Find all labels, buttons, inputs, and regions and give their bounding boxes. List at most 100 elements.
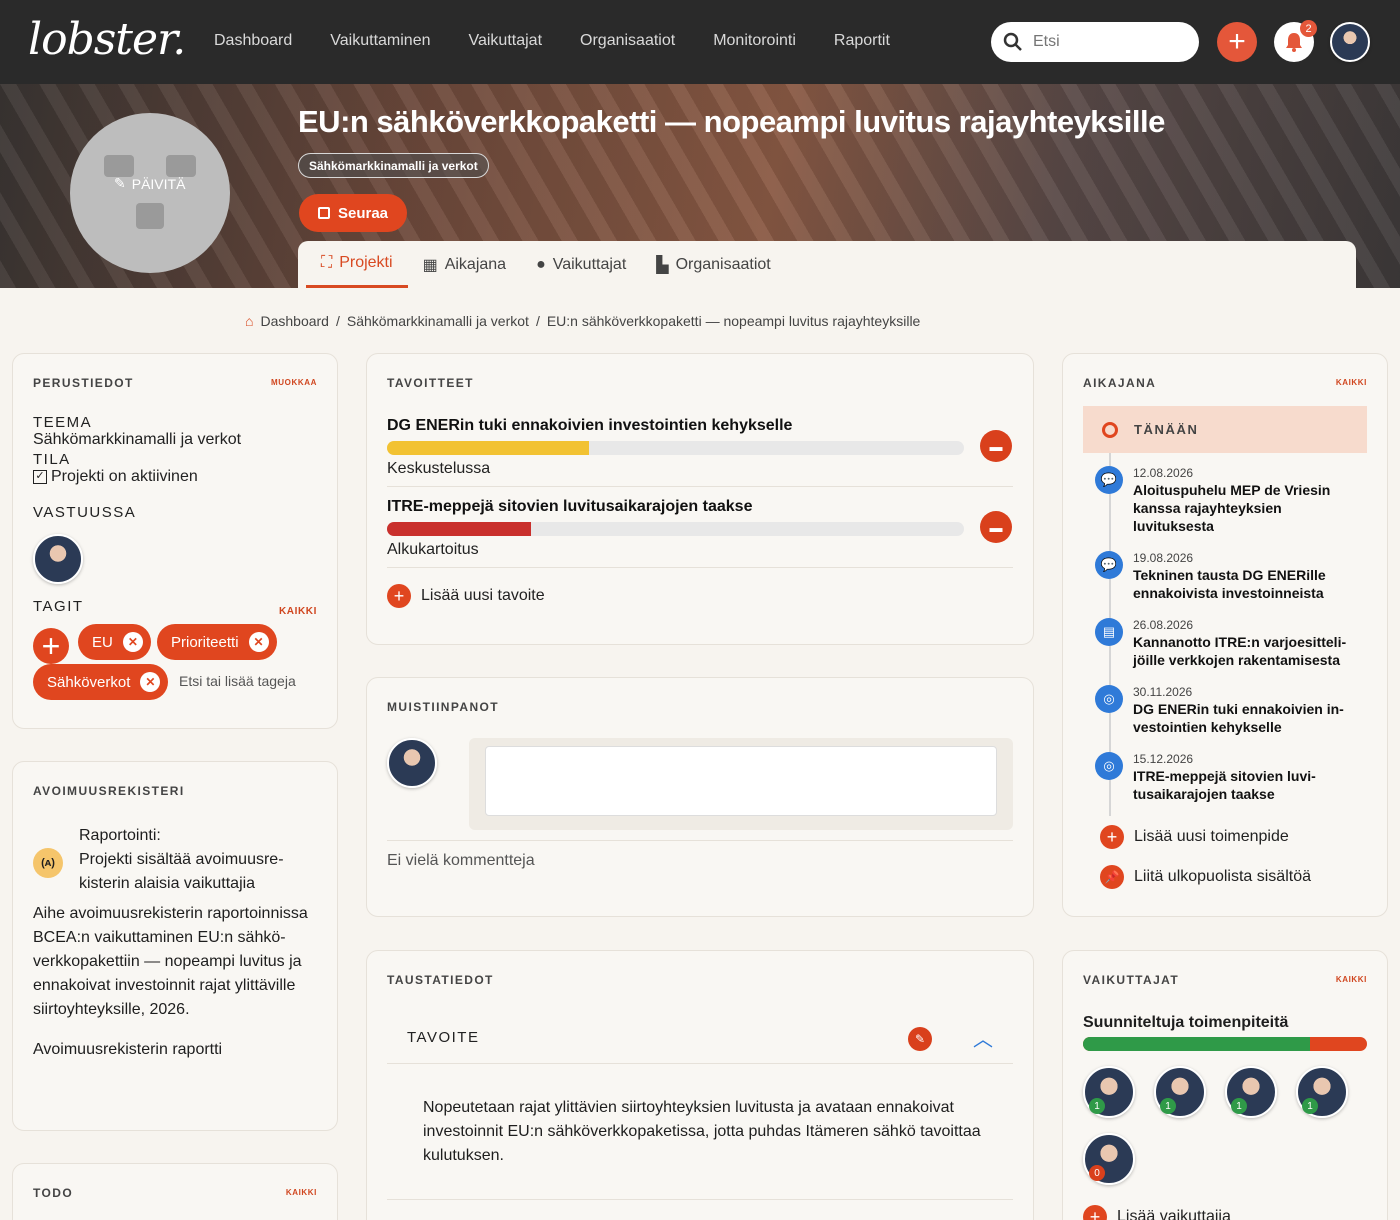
add-action-button[interactable]: + Lisää uusi toimenpide: [1100, 825, 1289, 849]
target-icon: ◎: [1095, 752, 1123, 780]
card-heading: TAUSTATIEDOT: [387, 973, 494, 987]
tags-label: TAGIT: [33, 598, 84, 615]
add-influencer-button[interactable]: + Lisää vaikuttajia: [1083, 1205, 1231, 1220]
influencer-avatar[interactable]: 1: [1296, 1066, 1348, 1118]
ruler-icon[interactable]: ▬: [980, 511, 1012, 543]
tab-projekti[interactable]: ⛶ Projekti: [306, 241, 408, 288]
add-goal-button[interactable]: + Lisää uusi tavoite: [387, 584, 545, 608]
influencer-avatar[interactable]: 0: [1083, 1133, 1135, 1185]
owner-avatar[interactable]: [33, 534, 83, 584]
goal-status: Keskustelussa: [387, 460, 491, 477]
tag-prioriteetti[interactable]: Prioriteetti ✕: [157, 624, 277, 660]
tab-label: Organisaatiot: [675, 255, 771, 273]
pin-icon: 📌: [1100, 865, 1124, 889]
page-title: EU:n sähköverkkopaketti — nopeampi luvit…: [298, 104, 1165, 139]
goal-status: Alkukartoitus: [387, 541, 479, 558]
goal-item[interactable]: DG ENERin tuki ennakoivien investointien…: [387, 417, 1013, 477]
influencer-avatar[interactable]: 1: [1225, 1066, 1277, 1118]
ruler-icon[interactable]: ▬: [980, 430, 1012, 462]
circle-icon: [1102, 422, 1118, 438]
card-heading: AIKAJANA: [1083, 376, 1157, 390]
status-label: TILA: [33, 451, 71, 468]
theme-chip[interactable]: Sähkömarkkinamalli ja verkot: [298, 153, 489, 178]
notifications-button[interactable]: 2: [1274, 20, 1317, 62]
add-influencer-label: Lisää vaikuttajia: [1117, 1208, 1231, 1220]
nav-monitorointi[interactable]: Monitorointi: [713, 32, 796, 50]
register-report-link[interactable]: Avoimuusrekisterin raportti: [33, 1038, 323, 1062]
tag-label: Prioriteetti: [171, 633, 239, 651]
goal-item[interactable]: ITRE-meppejä sitovien luvitusaikarajojen…: [387, 498, 1013, 558]
nav-vaikuttajat[interactable]: Vaikuttajat: [468, 32, 542, 50]
add-goal-label: Lisää uusi tavoite: [421, 587, 545, 604]
timeline-date: 30.11.2026: [1133, 685, 1193, 699]
chat-icon: 💬: [1095, 551, 1123, 579]
goal-progress-bar: [387, 441, 964, 455]
basics-card: PERUSTIEDOT MUOKKAA TEEMA Sähkömarkkinam…: [12, 353, 338, 729]
report-text: Projekti sisältää avoimuusre­kisterin al…: [79, 851, 284, 892]
nav-dashboard[interactable]: Dashboard: [214, 32, 292, 50]
tab-aikajana[interactable]: ▦ Aikajana: [408, 241, 522, 288]
divider: [387, 1199, 1013, 1200]
breadcrumb-theme[interactable]: Sähkömarkkinamalli ja verkot: [347, 313, 529, 329]
pencil-icon: ✎: [114, 175, 126, 191]
close-icon[interactable]: ✕: [140, 672, 161, 692]
card-heading: VAIKUTTAJAT: [1083, 973, 1180, 987]
pencil-icon[interactable]: ✎: [908, 1027, 932, 1051]
tag-input[interactable]: Etsi tai lisää tageja: [179, 673, 296, 689]
influencers-all-link[interactable]: KAIKKI: [1336, 975, 1367, 984]
timeline-title: Aloituspuhelu MEP de Vriesin kanssa raja…: [1133, 482, 1331, 534]
attach-content-button[interactable]: 📌 Liitä ulkopuolista sisältöä: [1100, 865, 1311, 889]
logo[interactable]: lobster.: [28, 14, 186, 65]
top-bar: lobster. Dashboard Vaikuttaminen Vaikutt…: [0, 0, 1400, 84]
nav-organisaatiot[interactable]: Organisaatiot: [580, 32, 675, 50]
checkbox-icon[interactable]: ✓: [33, 470, 47, 484]
search-input[interactable]: [1033, 33, 1173, 51]
plus-icon: +: [387, 584, 411, 608]
document-icon: ▤: [1095, 618, 1123, 646]
add-tag-button[interactable]: +: [33, 628, 69, 664]
project-tabs: ⛶ Projekti ▦ Aikajana ● Vaikuttajat ▙ Organi…: [298, 241, 1356, 288]
tab-organisaatiot[interactable]: ▙ Organisaatiot: [641, 241, 785, 288]
close-icon[interactable]: ✕: [248, 632, 269, 652]
attach-label: Liitä ulkopuolista sisältöä: [1134, 868, 1311, 885]
nav-raportit[interactable]: Raportit: [834, 32, 890, 50]
timeline-title: Kannanotto ITRE:n varjoesitteli­jöille v…: [1133, 634, 1347, 668]
tags-all-link[interactable]: KAIKKI: [279, 606, 317, 617]
user-avatar[interactable]: [1330, 22, 1370, 62]
industry-icon: ▙: [656, 256, 669, 274]
planned-actions-bar: [1083, 1037, 1367, 1051]
note-editor-wrap: [469, 738, 1013, 830]
tab-vaikuttajat[interactable]: ● Vaikuttajat: [521, 241, 641, 288]
tag-sahkoverkot[interactable]: Sähköverkot ✕: [33, 664, 169, 700]
broadcast-icon: (ᴀ): [33, 848, 63, 878]
card-heading: PERUSTIEDOT: [33, 376, 134, 390]
edit-link[interactable]: MUOKKAA: [271, 378, 317, 387]
note-textarea[interactable]: [485, 746, 997, 816]
influencer-avatar[interactable]: 1: [1154, 1066, 1206, 1118]
background-text: Nopeutetaan rajat ylittävien siirtoyhtey…: [423, 1099, 981, 1164]
add-button[interactable]: +: [1217, 22, 1257, 62]
topic-title: Aihe avoimuusrekisterin raportoin­nissa: [33, 905, 308, 922]
search-box[interactable]: [991, 22, 1199, 62]
search-icon: [1003, 32, 1022, 51]
tag-eu[interactable]: EU ✕: [78, 624, 151, 660]
timeline-all-link[interactable]: KAIKKI: [1336, 378, 1367, 387]
project-image[interactable]: ✎ PÄIVITÄ: [70, 113, 230, 273]
update-label: PÄIVITÄ: [131, 175, 186, 192]
close-icon[interactable]: ✕: [122, 632, 143, 652]
follow-button[interactable]: Seuraa: [299, 194, 407, 232]
todo-all-link[interactable]: KAIKKI: [286, 1188, 317, 1197]
influencer-avatar[interactable]: 1: [1083, 1066, 1135, 1118]
planned-actions-label: Suunniteltuja toimenpiteitä: [1083, 1014, 1289, 1031]
timeline-date: 15.12.2026: [1133, 752, 1194, 766]
divider: [387, 567, 1013, 568]
tag-label: Sähköverkot: [47, 673, 131, 691]
timeline-date: 19.08.2026: [1133, 551, 1194, 565]
section-title[interactable]: TAVOITE: [407, 1029, 479, 1046]
report-title: Raportointi:: [79, 827, 161, 844]
update-image-button[interactable]: ✎ PÄIVITÄ: [114, 175, 185, 192]
goal-title: ITRE-meppejä sitovien luvitusaikarajojen…: [387, 498, 753, 515]
chevron-up-icon[interactable]: ︿: [973, 1023, 993, 1052]
nav-vaikuttaminen[interactable]: Vaikuttaminen: [330, 32, 430, 50]
breadcrumb-dashboard[interactable]: Dashboard: [260, 313, 329, 329]
